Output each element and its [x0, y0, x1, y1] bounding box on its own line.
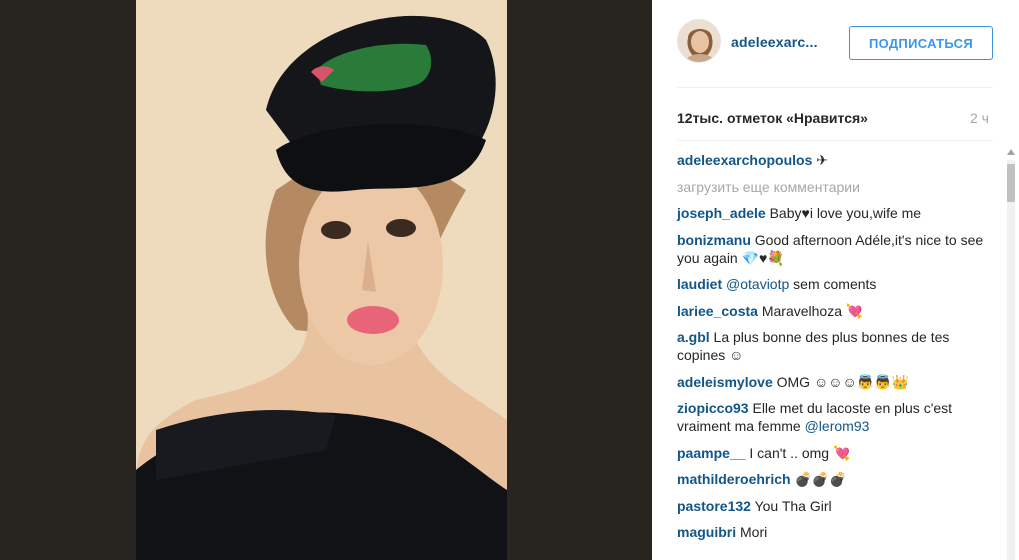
- post-photo-illustration: [136, 0, 507, 560]
- comment-user[interactable]: a.gbl: [677, 329, 710, 345]
- comment-item: a.gbl La plus bonne des plus bonnes de t…: [677, 328, 993, 364]
- scroll-track[interactable]: [1007, 160, 1015, 560]
- profile-photo-icon: [678, 20, 720, 62]
- follow-button[interactable]: ПОДПИСАТЬСЯ: [849, 26, 993, 60]
- post-photo[interactable]: [136, 0, 507, 560]
- comment-user[interactable]: joseph_adele: [677, 205, 766, 221]
- comments-list: adeleexarchopoulos ✈ загрузить еще комме…: [677, 151, 993, 550]
- comment-text: 💣💣💣: [790, 471, 847, 487]
- comment-user[interactable]: ziopicco93: [677, 400, 749, 416]
- comment-text: You Tha Girl: [750, 497, 832, 514]
- scroll-up-arrow-icon[interactable]: [1005, 146, 1017, 158]
- comment-item: paampe__ I can't .. omg 💘: [677, 444, 993, 462]
- comments-scrollbar[interactable]: [1005, 146, 1017, 560]
- comment-text: Baby♥i love you,wife me: [765, 205, 922, 221]
- comment-text: La plus bonne des plus bonnes de tes cop…: [677, 329, 950, 363]
- likes-divider: [677, 140, 993, 141]
- comment-user[interactable]: laudiet: [677, 276, 722, 292]
- photo-letterbox-left: [0, 0, 136, 560]
- scroll-thumb[interactable]: [1007, 164, 1015, 202]
- comment-user[interactable]: lariee_costa: [677, 303, 758, 319]
- comment-text: Maravelhoza 💘: [757, 302, 864, 319]
- comment-item: lariee_costa Maravelhoza 💘: [677, 302, 993, 320]
- comment-item: joseph_adele Baby♥i love you,wife me: [677, 204, 993, 222]
- comment-item: pastore132 You Tha Girl: [677, 497, 993, 515]
- comment-mention-link[interactable]: @lerom93: [805, 418, 870, 434]
- comment-text: Mori: [736, 524, 768, 540]
- comment-user[interactable]: paampe__: [677, 445, 745, 461]
- comment-item: bonizmanu Good afternoon Adéle,it's nice…: [677, 231, 993, 267]
- comment-user[interactable]: adeleexarchopoulos: [677, 152, 812, 168]
- post-time[interactable]: 2 ч: [970, 110, 989, 126]
- photo-letterbox-right: [507, 0, 652, 560]
- post-header: adeleexarc... ПОДПИСАТЬСЯ: [652, 0, 1019, 88]
- comment-text: OMG ☺☺☺👼👼👑: [772, 373, 910, 390]
- comment-caption: adeleexarchopoulos ✈: [677, 151, 993, 169]
- comment-user[interactable]: bonizmanu: [677, 232, 751, 248]
- comment-mention-link[interactable]: @otaviotp: [722, 276, 789, 292]
- comment-user[interactable]: pastore132: [677, 498, 751, 514]
- comment-item: mathilderoehrich 💣💣💣: [677, 470, 993, 488]
- comment-text: ✈: [812, 152, 829, 168]
- photo-panel: [0, 0, 652, 560]
- comment-item: adeleismylove OMG ☺☺☺👼👼👑: [677, 373, 993, 391]
- username-link[interactable]: adeleexarc...: [731, 34, 818, 50]
- comment-user[interactable]: adeleismylove: [677, 374, 773, 390]
- post-sidebar: adeleexarc... ПОДПИСАТЬСЯ 12тыс. отметок…: [652, 0, 1019, 560]
- comment-text: sem coments: [789, 276, 877, 292]
- load-more-comments-link[interactable]: загрузить еще комментарии: [677, 178, 993, 196]
- comment-text: I can't .. omg 💘: [745, 444, 851, 461]
- comment-item: maguibri Mori: [677, 523, 993, 541]
- comment-user[interactable]: maguibri: [677, 524, 736, 540]
- comment-item: ziopicco93 Elle met du lacoste en plus c…: [677, 399, 993, 435]
- likes-count[interactable]: 12тыс. отметок «Нравится»: [677, 110, 868, 126]
- comment-user[interactable]: mathilderoehrich: [677, 471, 791, 487]
- comment-item: laudiet @otaviotp sem coments: [677, 275, 993, 293]
- avatar[interactable]: [677, 19, 721, 63]
- header-divider: [677, 87, 993, 88]
